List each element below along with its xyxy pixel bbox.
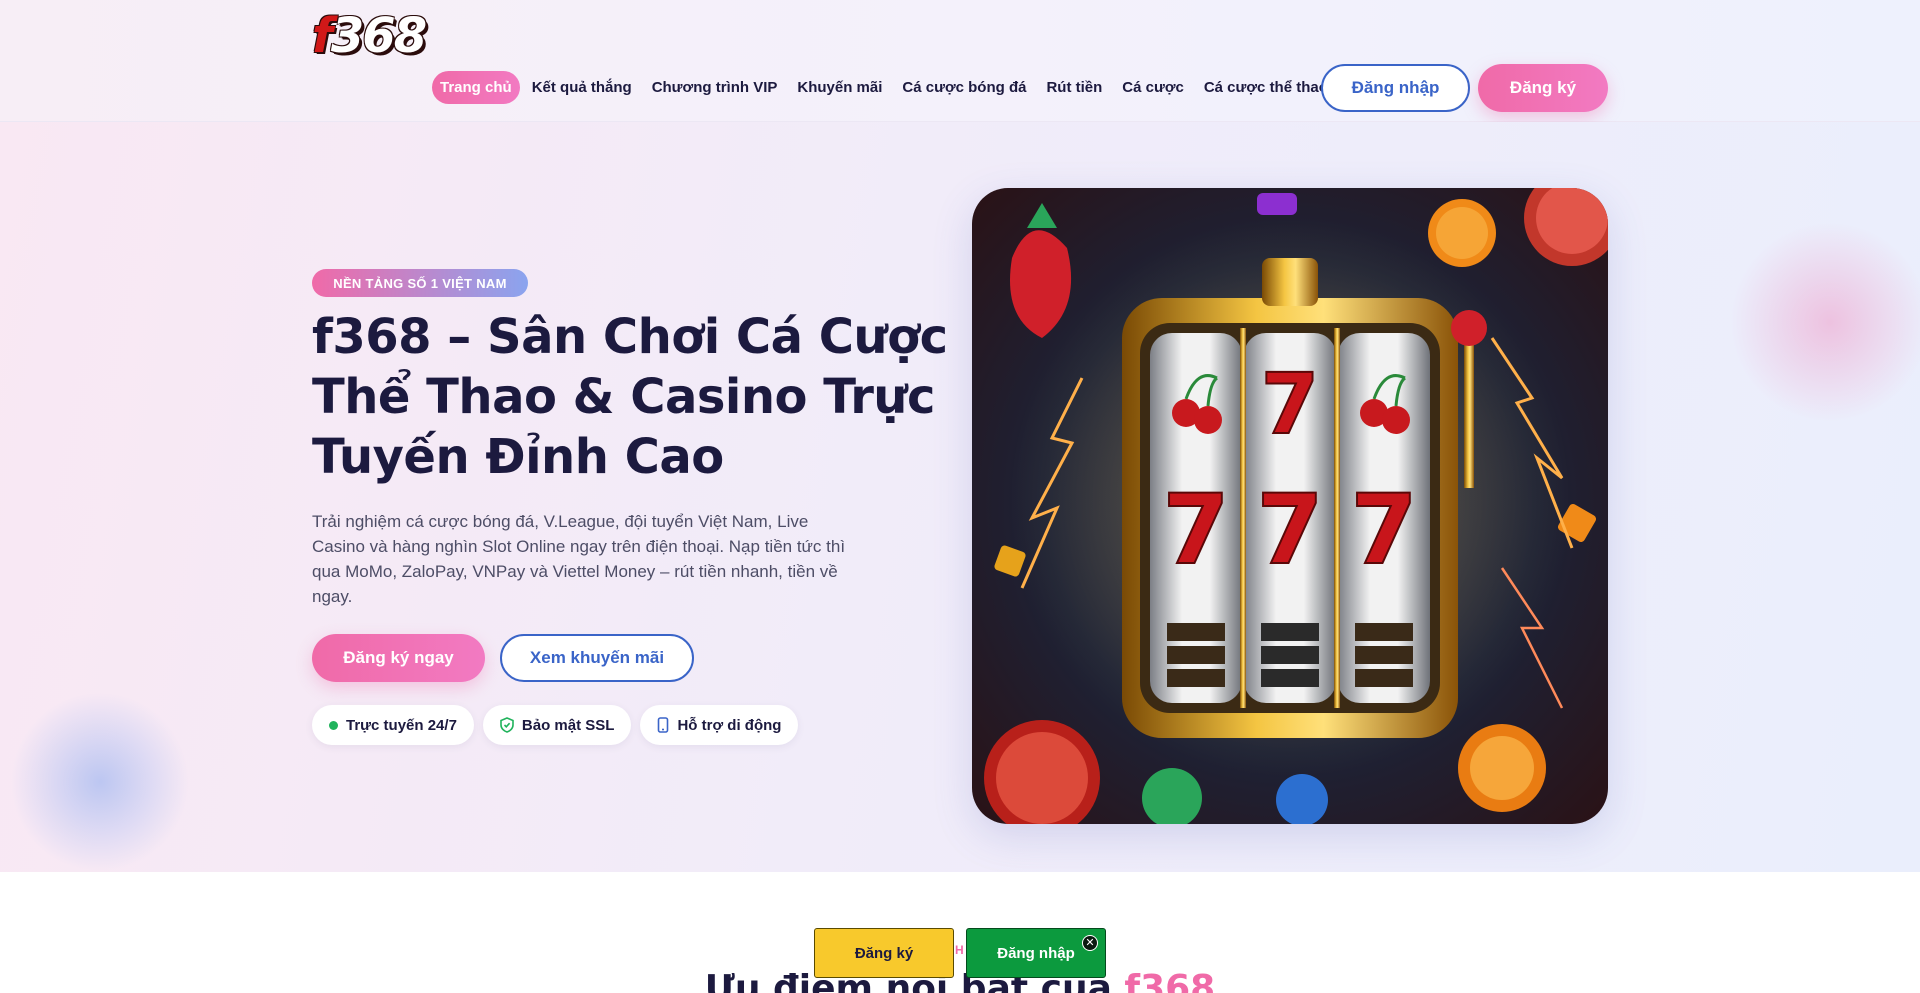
chip-ssl: Bảo mật SSL <box>482 705 632 745</box>
chip-online: Trực tuyến 24/7 <box>312 705 474 745</box>
chip-online-label: Trực tuyến 24/7 <box>346 716 457 734</box>
main-nav: Trang chủ Kết quả thắng Chương trình VIP… <box>432 71 1340 104</box>
hero-title: f368 – Sân Chơi Cá Cược Thể Thao & Casin… <box>312 309 948 485</box>
decorative-blue-blob <box>10 692 190 872</box>
svg-text:7: 7 <box>1261 355 1319 453</box>
nav-item-home[interactable]: Trang chủ <box>432 71 520 104</box>
logo-prefix: f <box>312 8 333 64</box>
close-icon[interactable]: ✕ <box>1082 935 1098 951</box>
online-dot-icon <box>329 720 338 730</box>
floating-bar-text: H <box>955 943 964 957</box>
reel-symbol-2: 7 <box>1257 474 1324 586</box>
chip-mobile: Hỗ trợ di động <box>640 705 799 745</box>
nav-item-winning-results[interactable]: Kết quả thắng <box>524 71 640 104</box>
section-title-accent: f368 <box>1124 968 1216 993</box>
hero-badge: NỀN TẢNG SỐ 1 VIỆT NAM <box>312 269 528 297</box>
nav-item-betting[interactable]: Cá cược <box>1114 71 1192 104</box>
reel-symbol-3: 7 <box>1351 474 1418 586</box>
chip-ssl-label: Bảo mật SSL <box>521 716 615 734</box>
decorative-pink-blob <box>1730 222 1920 422</box>
reel-symbol-1: 7 <box>1163 474 1230 586</box>
slot-machine-image: 7 7 7 7 <box>972 188 1608 824</box>
floating-register-button[interactable]: Đăng ký <box>814 928 954 978</box>
register-now-button[interactable]: Đăng ký ngay <box>312 634 485 682</box>
nav-item-withdraw[interactable]: Rút tiền <box>1038 71 1110 104</box>
section-title: Ưu điểm nổi bật của f368 <box>0 968 1920 993</box>
nav-item-promotions[interactable]: Khuyến mãi <box>789 71 890 104</box>
login-button[interactable]: Đăng nhập <box>1321 64 1470 112</box>
shield-icon <box>500 717 514 733</box>
hero-description: Trải nghiệm cá cược bóng đá, V.League, đ… <box>312 512 846 606</box>
hero-section: NỀN TẢNG SỐ 1 VIỆT NAM f368 – Sân Chơi C… <box>0 122 1920 872</box>
nav-item-sports-betting[interactable]: Cá cược thể thao <box>1196 71 1336 104</box>
register-button[interactable]: Đăng ký <box>1478 64 1608 112</box>
logo-number: 368 <box>330 8 427 64</box>
chip-mobile-label: Hỗ trợ di động <box>677 716 782 734</box>
view-promotions-button[interactable]: Xem khuyến mãi <box>500 634 694 682</box>
site-logo[interactable]: f368 <box>312 12 427 60</box>
site-header: f368 Trang chủ Kết quả thắng Chương trìn… <box>0 0 1920 122</box>
feature-chips: Trực tuyến 24/7 Bảo mật SSL Hỗ trợ di độ… <box>312 705 799 745</box>
nav-item-vip-program[interactable]: Chương trình VIP <box>644 71 786 104</box>
mobile-icon <box>657 717 669 733</box>
nav-item-football-betting[interactable]: Cá cược bóng đá <box>894 71 1034 104</box>
